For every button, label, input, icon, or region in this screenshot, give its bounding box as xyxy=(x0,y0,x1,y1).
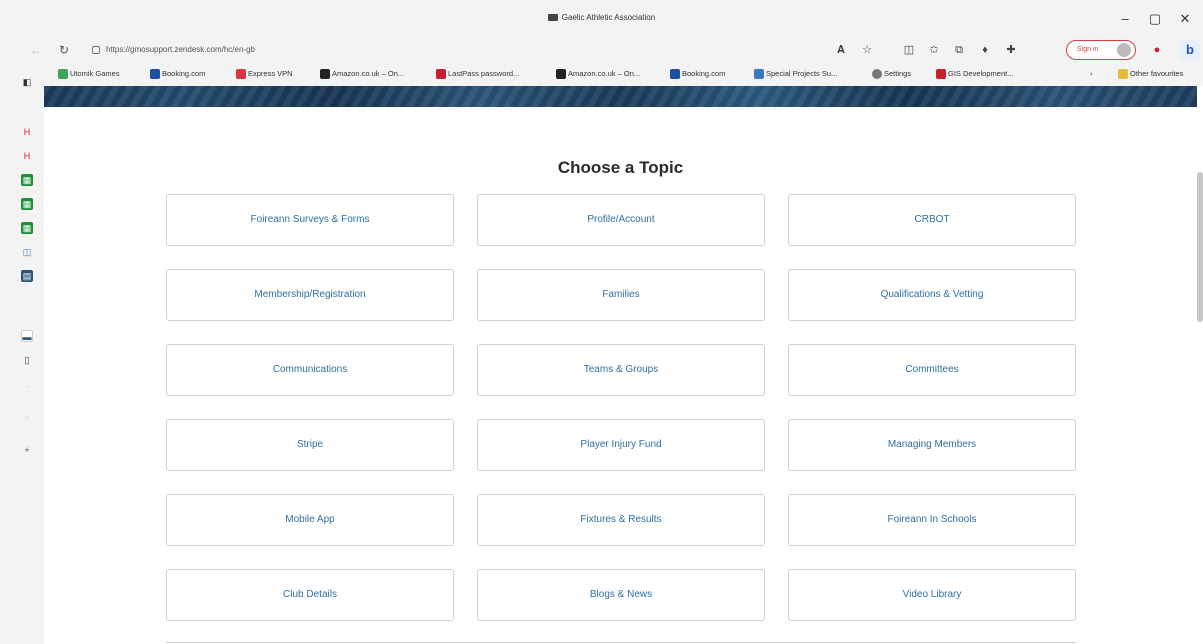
bookmark-item[interactable]: Amazon.co.uk – On... xyxy=(556,67,640,81)
bing-copilot-button[interactable]: b xyxy=(1180,39,1200,61)
gis-tab-icon[interactable]: H xyxy=(21,126,33,138)
tab-icon[interactable]: ◌ xyxy=(21,412,33,424)
favorites-bar: Utomik Games Booking.com Express VPN Ama… xyxy=(0,62,1203,86)
bookmark-favicon-icon xyxy=(320,69,330,79)
docs-tab-icon[interactable]: ◫ xyxy=(21,246,33,258)
active-tab-icon[interactable]: ▬ xyxy=(21,330,33,342)
topic-card[interactable]: Teams & Groups xyxy=(477,344,765,396)
separator-icon: · xyxy=(25,381,29,391)
folder-icon xyxy=(1118,69,1128,79)
favorites-icon[interactable]: ✩ xyxy=(925,41,943,59)
back-icon[interactable]: ← xyxy=(26,40,46,60)
sheets-tab-icon[interactable]: ▦ xyxy=(21,174,33,186)
topic-card[interactable]: Qualifications & Vetting xyxy=(788,269,1076,321)
scrollbar-thumb[interactable] xyxy=(1197,172,1203,322)
favorite-star-icon[interactable]: ☆ xyxy=(858,41,876,59)
bookmark-item[interactable]: Express VPN xyxy=(236,67,293,81)
bookmark-item[interactable]: Booking.com xyxy=(670,67,725,81)
sign-in-button[interactable]: Sign in xyxy=(1066,40,1136,60)
other-favourites-folder[interactable]: Other favourites xyxy=(1118,67,1183,81)
topic-card[interactable]: Foireann In Schools xyxy=(788,494,1076,546)
topic-card[interactable]: Club Details xyxy=(166,569,454,621)
topic-card[interactable]: Committees xyxy=(788,344,1076,396)
url-text: https://gmosupport.zendesk.com/hc/en-gb xyxy=(106,45,255,54)
sheets-tab-icon[interactable]: ▦ xyxy=(21,222,33,234)
topic-card[interactable]: Foireann Surveys & Forms xyxy=(166,194,454,246)
page-content: Choose a Topic Foireann Surveys & Forms … xyxy=(44,86,1203,644)
bookmark-item[interactable]: Utomik Games xyxy=(58,67,120,81)
bookmark-label: GIS Development... xyxy=(948,69,1014,78)
bookmark-favicon-icon xyxy=(236,69,246,79)
notification-icon[interactable]: ● xyxy=(1148,41,1166,59)
bookmark-label: Amazon.co.uk – On... xyxy=(568,69,641,78)
bookmark-favicon-icon xyxy=(872,69,882,79)
bookmark-favicon-icon xyxy=(436,69,446,79)
other-favourites-label: Other favourites xyxy=(1130,69,1184,78)
split-screen-icon[interactable]: ◫ xyxy=(900,41,918,59)
new-tab-icon[interactable]: + xyxy=(21,444,33,456)
bookmark-label: Settings xyxy=(884,69,912,78)
extensions-puzzle-icon[interactable]: ✚ xyxy=(1002,41,1020,59)
bookmark-label: Booking.com xyxy=(162,69,206,78)
bookmark-label: Express VPN xyxy=(248,69,293,78)
topic-card[interactable]: Managing Members xyxy=(788,419,1076,471)
site-favicon-icon xyxy=(547,14,558,22)
topic-card[interactable]: Mobile App xyxy=(166,494,454,546)
bookmark-label: LastPass password... xyxy=(448,69,520,78)
bookmark-item[interactable]: LastPass password... xyxy=(436,67,519,81)
sheets-tab-icon[interactable]: ▦ xyxy=(21,198,33,210)
topic-card[interactable]: Blogs & News xyxy=(477,569,765,621)
address-bar: ← ↻ https://gmosupport.zendesk.com/hc/en… xyxy=(0,38,1203,62)
bookmark-item[interactable]: Amazon.co.uk – On... xyxy=(320,67,404,81)
maximize-button[interactable]: ▢ xyxy=(1140,8,1170,30)
page-title: Choose a Topic xyxy=(557,158,684,177)
bookmarks-overflow-button[interactable]: › xyxy=(1090,67,1093,81)
collections-icon[interactable]: ⧉ xyxy=(950,41,968,59)
browser-sidebar: ◧ H H ▦ ▦ ▦ ◫ ▤ ▬ ▯ · ◌ + xyxy=(0,62,44,644)
window-title-text: Gaelic Athletic Association xyxy=(561,13,656,22)
topic-card[interactable]: Player Injury Fund xyxy=(477,419,765,471)
topic-card[interactable]: CRBOT xyxy=(788,194,1076,246)
bookmark-item[interactable]: GIS Development... xyxy=(936,67,1013,81)
bookmark-favicon-icon xyxy=(670,69,680,79)
bookmark-label: Amazon.co.uk – On... xyxy=(332,69,405,78)
topic-card[interactable]: Stripe xyxy=(166,419,454,471)
lock-icon xyxy=(92,46,100,54)
topic-card[interactable]: Profile/Account xyxy=(477,194,765,246)
topic-card[interactable]: Fixtures & Results xyxy=(477,494,765,546)
window-title: Gaelic Athletic Association xyxy=(0,13,1203,22)
tab-actions-icon[interactable]: ◧ xyxy=(21,76,33,88)
gis-tab-icon[interactable]: H xyxy=(21,150,33,162)
topic-card[interactable]: Membership/Registration xyxy=(166,269,454,321)
bookmark-favicon-icon xyxy=(556,69,566,79)
page-tab-icon[interactable]: ▯ xyxy=(21,354,33,366)
url-input[interactable]: https://gmosupport.zendesk.com/hc/en-gb xyxy=(90,40,830,60)
title-bar: Gaelic Athletic Association – ▢ ✕ xyxy=(0,0,1203,38)
bookmark-favicon-icon xyxy=(150,69,160,79)
topic-card[interactable]: Video Library xyxy=(788,569,1076,621)
header-banner xyxy=(44,86,1197,107)
sign-in-label: Sign in xyxy=(1077,46,1099,53)
read-aloud-icon[interactable]: 𝐀 xyxy=(832,41,850,59)
topic-card[interactable]: Families xyxy=(477,269,765,321)
bookmark-item[interactable]: Settings xyxy=(872,67,911,81)
site-tab-icon[interactable]: ▤ xyxy=(21,270,33,282)
bookmark-label: Special Projects Su... xyxy=(766,69,838,78)
close-button[interactable]: ✕ xyxy=(1170,8,1200,30)
bookmark-favicon-icon xyxy=(936,69,946,79)
bookmark-item[interactable]: Special Projects Su... xyxy=(754,67,837,81)
minimize-button[interactable]: – xyxy=(1110,8,1140,30)
bookmark-favicon-icon xyxy=(754,69,764,79)
bookmark-label: Booking.com xyxy=(682,69,726,78)
refresh-icon[interactable]: ↻ xyxy=(54,40,74,60)
bookmark-item[interactable]: Booking.com xyxy=(150,67,205,81)
topic-card[interactable]: Communications xyxy=(166,344,454,396)
bookmark-label: Utomik Games xyxy=(70,69,120,78)
extension-icon[interactable]: ♦ xyxy=(976,41,994,59)
avatar xyxy=(1117,43,1131,57)
bookmark-favicon-icon xyxy=(58,69,68,79)
